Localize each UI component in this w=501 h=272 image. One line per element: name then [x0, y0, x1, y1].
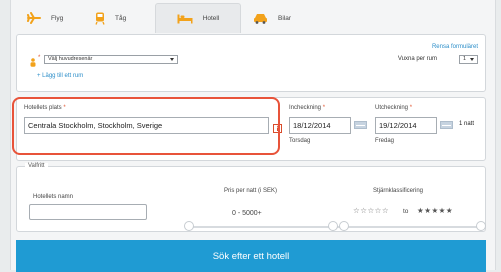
required-asterisk: * [38, 55, 41, 61]
tab-hotell[interactable]: Hotell [155, 3, 241, 33]
add-room-link[interactable]: + Lägg till ett rum [37, 73, 83, 79]
stars-slider-max-handle[interactable] [476, 221, 486, 231]
hotel-name-input[interactable] [29, 204, 147, 220]
train-icon [95, 12, 105, 25]
tab-tag-label: Tåg [115, 14, 127, 22]
price-label: Pris per natt (i SEK) [224, 188, 278, 194]
main-traveler-select[interactable]: Välj huvudresenär [44, 55, 178, 64]
tab-bilar[interactable]: Bilar [241, 3, 311, 33]
price-slider-max-handle[interactable] [328, 221, 338, 231]
stars-slider-track [347, 226, 481, 228]
main-traveler-select-value: Välj huvudresenär [48, 56, 93, 62]
car-icon [253, 13, 268, 24]
hotel-location-input[interactable]: Centrala Stockholm, Stockholm, Sverige [24, 117, 269, 134]
nights-count: 1 natt [459, 121, 475, 127]
optional-panel: Valfritt Hotellets namn Pris per natt (i… [16, 163, 486, 232]
traveler-panel: * Välj huvudresenär + Lägg till ett rum … [16, 34, 486, 92]
adults-per-room-value: 1 [463, 56, 467, 62]
tab-flyg[interactable]: Flyg [11, 3, 85, 33]
search-hotel-button[interactable]: Sök efter ett hotell [16, 240, 486, 272]
booking-frame: Flyg Tåg Hotell Bilar * Välj huvudresenä… [10, 0, 496, 272]
hotel-name-label: Hotellets namn [33, 194, 74, 200]
optional-legend: Valfritt [25, 163, 48, 169]
airplane-icon [27, 12, 41, 24]
stars-min-rating: ☆☆☆☆☆ [353, 206, 390, 215]
checkout-date-input[interactable]: 19/12/2014 [375, 117, 437, 134]
stars-to-label: to [403, 208, 409, 215]
stars-max-rating: ★★★★★ [417, 206, 454, 215]
price-range-value: 0 - 5000+ [232, 210, 262, 217]
hotel-bed-icon [177, 14, 193, 24]
required-asterisk: * [322, 105, 326, 111]
stars-slider-min-handle[interactable] [339, 221, 349, 231]
location-dates-panel: Hotellets plats * Centrala Stockholm, St… [16, 97, 486, 161]
tab-bilar-label: Bilar [278, 14, 292, 22]
adults-per-room-label: Vuxna per rum [397, 56, 437, 62]
checkout-label: Utcheckning * [375, 105, 412, 111]
chevron-down-icon [470, 58, 474, 61]
chevron-down-icon [170, 58, 174, 61]
calendar-icon[interactable] [440, 121, 453, 129]
required-asterisk: * [409, 105, 413, 111]
checkout-weekday: Fredag [375, 138, 395, 144]
checkin-weekday: Torsdag [289, 138, 311, 144]
price-slider-min-handle[interactable] [184, 221, 194, 231]
tab-flyg-label: Flyg [51, 14, 64, 22]
travel-type-tabs: Flyg Tåg Hotell Bilar [11, 3, 311, 33]
checkin-label-text: Incheckning [289, 105, 322, 111]
checkin-date-input[interactable]: 18/12/2014 [289, 117, 351, 134]
checkin-label: Incheckning * [289, 105, 325, 111]
required-asterisk: * [63, 105, 66, 111]
tab-tag[interactable]: Tåg [85, 3, 155, 33]
location-label-text: Hotellets plats [24, 105, 62, 111]
checkout-label-text: Utcheckning [375, 105, 409, 111]
location-label: Hotellets plats * [24, 105, 66, 111]
adults-per-room-select[interactable]: 1 [459, 55, 478, 64]
price-slider-track [187, 226, 341, 228]
info-icon[interactable] [273, 120, 282, 138]
person-icon [30, 54, 36, 72]
clear-form-link[interactable]: Rensa formuläret [432, 44, 478, 50]
calendar-icon[interactable] [354, 121, 367, 129]
stars-label: Stjärnklassificering [373, 188, 424, 194]
tab-hotell-label: Hotell [202, 15, 220, 22]
